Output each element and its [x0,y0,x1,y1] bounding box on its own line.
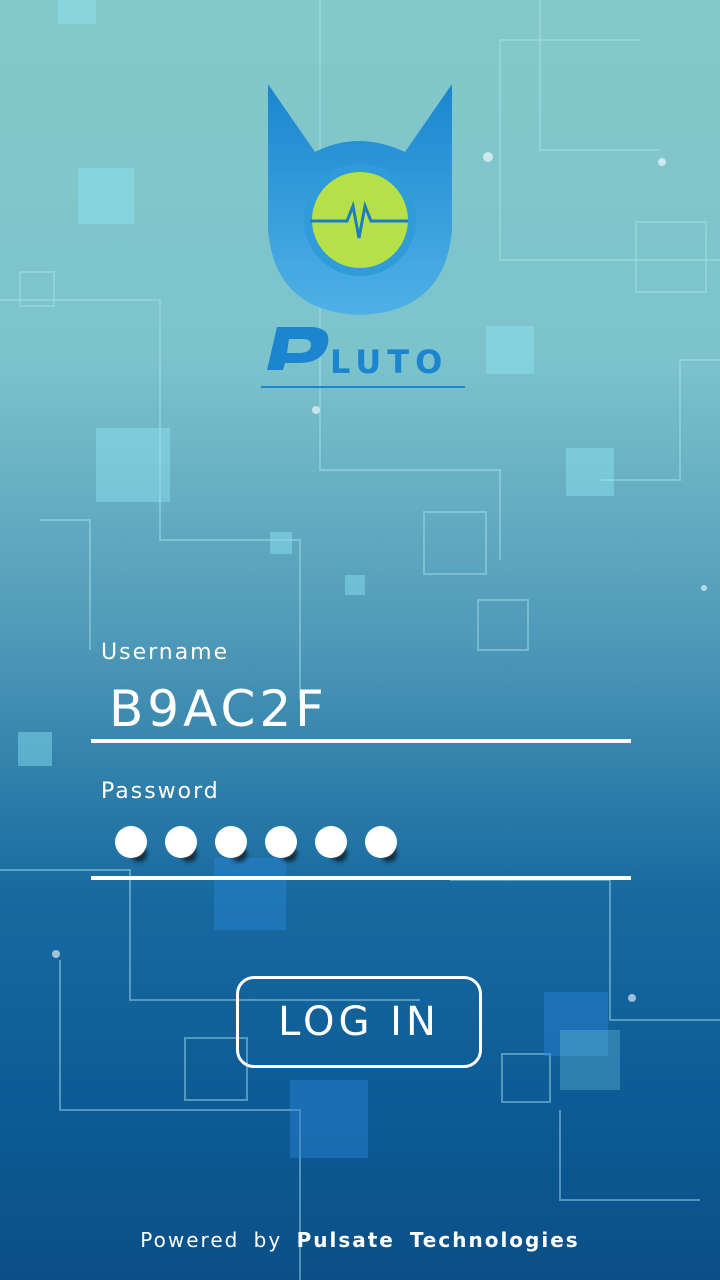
password-dot [215,826,247,858]
footer: Powered by Pulsate Technologies [0,1228,720,1252]
logo-wordmark: LUTO [330,343,448,381]
username-underline [91,739,631,743]
company-name: Pulsate Technologies [296,1228,580,1252]
password-label: Password [101,779,220,804]
password-underline [91,876,631,880]
username-label: Username [101,640,230,665]
powered-by-text: Powered by [140,1228,283,1252]
password-dot [315,826,347,858]
password-input[interactable] [115,826,631,876]
password-dot [365,826,397,858]
pluto-logo-icon: LUTO [261,84,465,388]
login-screen: LUTO Username B9AC2F Password LOG IN Pow… [0,0,720,1280]
login-form: Username B9AC2F Password [91,630,631,880]
password-dot [265,826,297,858]
password-dot [165,826,197,858]
login-button[interactable]: LOG IN [236,976,482,1068]
username-input[interactable]: B9AC2F [109,679,631,739]
password-dot [115,826,147,858]
pluto-logo: LUTO [255,80,495,400]
